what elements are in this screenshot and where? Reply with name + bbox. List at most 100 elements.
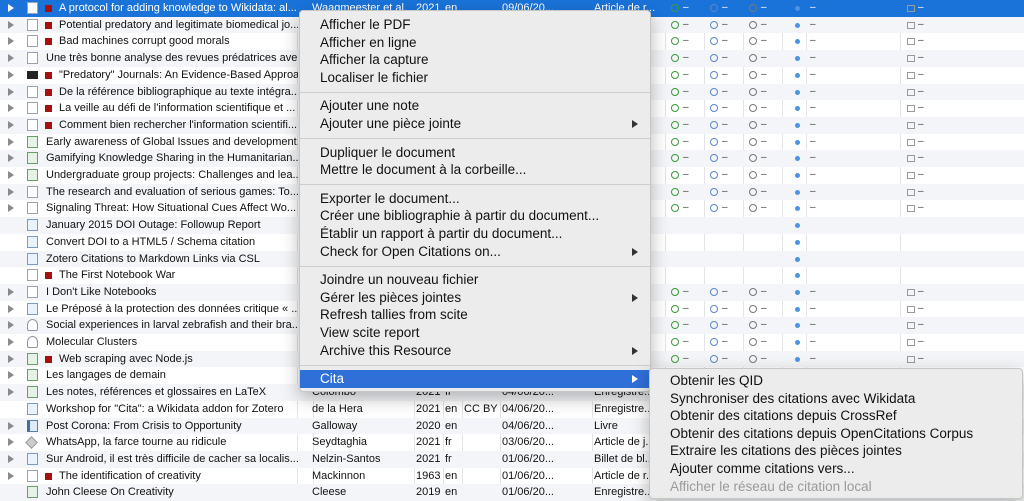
- expand-arrow-icon[interactable]: [8, 154, 14, 163]
- scite-mentioning-icon: [710, 37, 718, 46]
- item-title: John Cleese On Creativity: [46, 486, 174, 499]
- menu-item-view-scite-report[interactable]: View scite report: [300, 324, 650, 342]
- item-language: en: [445, 419, 458, 432]
- menu-item-gérer-les-pièces-jointes[interactable]: Gérer les pièces jointes: [300, 289, 650, 307]
- expand-arrow-icon[interactable]: [8, 187, 14, 196]
- expand-arrow-icon[interactable]: [8, 287, 14, 296]
- item-title: Les notes, références et glossaires en L…: [46, 386, 267, 399]
- expand-arrow-icon[interactable]: [8, 421, 14, 430]
- menu-item-établir-un-rapport-à-partir-du-document[interactable]: Établir un rapport à partir du document.…: [300, 225, 650, 243]
- item-type-doc-icon: [27, 2, 38, 14]
- menu-item-dupliquer-le-document[interactable]: Dupliquer le document: [300, 144, 650, 162]
- expand-arrow-icon[interactable]: [8, 171, 14, 179]
- menu-separator: [300, 138, 650, 140]
- menu-item-extraire-les-citations-des-pièces-jointes[interactable]: Extraire les citations des pièces jointe…: [650, 442, 1022, 460]
- menu-item-exporter-le-document[interactable]: Exporter le document...: [300, 190, 650, 208]
- menu-item-synchroniser-des-citations-avec-wikidata[interactable]: Synchroniser des citations avec Wikidata: [650, 390, 1022, 408]
- expand-arrow-icon[interactable]: [8, 471, 14, 480]
- item-title: A protocol for adding knowledge to Wikid…: [59, 2, 297, 14]
- empty-value-dash: –: [761, 202, 767, 214]
- item-context-menu: Afficher le PDF Afficher en ligne Afficher…: [299, 10, 651, 392]
- menu-item-localiser-le-fichier[interactable]: Localiser le fichier: [300, 69, 650, 87]
- menu-item-afficher-le-pdf[interactable]: Afficher le PDF: [300, 16, 650, 34]
- expand-arrow-icon[interactable]: [8, 137, 14, 146]
- menu-item-obtenir-des-citations-depuis-opencitations-corpus[interactable]: Obtenir des citations depuis OpenCitatio…: [650, 425, 1022, 443]
- item-type-doc-icon: [27, 269, 38, 282]
- expand-arrow-icon[interactable]: [8, 338, 14, 346]
- empty-value-dash: –: [918, 52, 924, 64]
- expand-arrow-icon[interactable]: [8, 37, 14, 46]
- scite-supporting-icon: [671, 338, 679, 346]
- menu-item-ajouter-une-pièce-jointe[interactable]: Ajouter une pièce jointe: [300, 115, 650, 133]
- expand-arrow-icon[interactable]: [8, 54, 14, 63]
- menu-item-mettre-le-document-à-la-corbeille[interactable]: Mettre le document à la corbeille...: [300, 161, 650, 179]
- notes-icon: [907, 105, 915, 113]
- item-date-added: 01/06/20...: [502, 486, 554, 499]
- item-title: Undergraduate group projects: Challenges…: [46, 169, 298, 181]
- menu-item-check-for-open-citations-on[interactable]: Check for Open Citations on...: [300, 243, 650, 261]
- expand-arrow-icon[interactable]: [8, 204, 14, 213]
- empty-value-dash: –: [761, 285, 767, 297]
- scite-mentioning-icon: [710, 120, 718, 129]
- scite-contrasting-icon: [749, 354, 757, 363]
- menu-item-label: Obtenir les QID: [670, 373, 764, 388]
- scite-mentioning-icon: [710, 171, 718, 179]
- notes-icon: [907, 205, 915, 213]
- expand-arrow-icon[interactable]: [8, 304, 14, 313]
- empty-value-dash: –: [918, 2, 924, 13]
- expand-arrow-icon[interactable]: [8, 454, 14, 463]
- menu-separator: [300, 265, 650, 267]
- empty-value-dash: –: [761, 68, 767, 80]
- menu-item-label: Ajouter comme citations vers...: [670, 461, 855, 476]
- menu-item-afficher-en-ligne[interactable]: Afficher en ligne: [300, 34, 650, 52]
- menu-item-ajouter-une-note[interactable]: Ajouter une note: [300, 97, 650, 115]
- item-type-doc-icon: [27, 469, 38, 482]
- scite-contrasting-icon: [749, 154, 757, 163]
- expand-arrow-icon[interactable]: [8, 371, 14, 380]
- menu-item-refresh-tallies-from-scite[interactable]: Refresh tallies from scite: [300, 306, 650, 324]
- item-title: Zotero Citations to Markdown Links via C…: [46, 252, 260, 265]
- expand-arrow-icon[interactable]: [8, 20, 14, 29]
- menu-item-archive-this-resource[interactable]: Archive this Resource: [300, 342, 650, 360]
- expand-arrow-icon[interactable]: [8, 321, 14, 330]
- menu-item-label: Créer une bibliographie à partir du docu…: [320, 208, 600, 224]
- menu-item-label: Cita: [320, 371, 345, 387]
- notes-icon: [907, 322, 915, 330]
- empty-value-dash: –: [918, 319, 924, 331]
- menu-item-label: Ajouter une pièce jointe: [320, 116, 462, 131]
- menu-item-cita[interactable]: Cita: [300, 370, 650, 388]
- empty-value-dash: –: [761, 352, 767, 364]
- item-type-web-icon: [27, 302, 38, 315]
- menu-item-joindre-un-nouveau-fichier[interactable]: Joindre un nouveau fichier: [300, 271, 650, 289]
- expand-arrow-icon[interactable]: [8, 70, 14, 79]
- menu-item-obtenir-des-citations-depuis-crossref[interactable]: Obtenir des citations depuis CrossRef: [650, 407, 1022, 425]
- item-type-doc-icon: [27, 285, 38, 298]
- scite-supporting-icon: [671, 104, 679, 113]
- notes-icon: [907, 172, 915, 179]
- menu-item-obtenir-les-qid[interactable]: Obtenir les QID: [650, 372, 1022, 390]
- menu-item-label: Check for Open Citations on...: [320, 243, 501, 259]
- item-title: I Don't Like Notebooks: [46, 285, 157, 298]
- menu-item-label: Afficher le réseau de citation local: [670, 478, 872, 494]
- item-type-book-icon: [27, 419, 38, 432]
- menu-item-ajouter-comme-citations-vers[interactable]: Ajouter comme citations vers...: [650, 460, 1022, 478]
- expand-arrow-icon[interactable]: [8, 438, 14, 447]
- empty-value-dash: –: [722, 185, 728, 197]
- empty-value-dash: –: [722, 302, 728, 314]
- menu-item-créer-une-bibliographie-à-partir-du-document[interactable]: Créer une bibliographie à partir du docu…: [300, 207, 650, 225]
- item-type-sheet-icon: [27, 486, 38, 499]
- scite-mentioning-icon: [710, 137, 718, 146]
- expand-arrow-icon[interactable]: [8, 354, 14, 363]
- empty-value-dash: –: [918, 336, 924, 347]
- item-title: January 2015 DOI Outage: Followup Report: [46, 219, 261, 232]
- expand-arrow-icon[interactable]: [8, 4, 14, 12]
- expand-arrow-icon[interactable]: [8, 87, 14, 96]
- scite-contrasting-icon: [749, 304, 757, 313]
- menu-item-afficher-la-capture[interactable]: Afficher la capture: [300, 51, 650, 69]
- expand-arrow-icon[interactable]: [8, 104, 14, 113]
- empty-value-dash: –: [683, 102, 689, 114]
- expand-arrow-icon[interactable]: [8, 120, 14, 129]
- menu-item-label: Dupliquer le document: [320, 144, 456, 160]
- expand-arrow-icon[interactable]: [8, 388, 14, 397]
- item-date-added: 04/06/20...: [502, 419, 554, 432]
